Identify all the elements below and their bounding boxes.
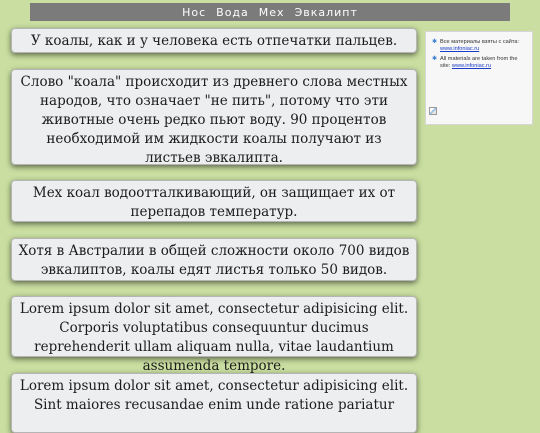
fact-card-name-origin: Слово "коала" происходит из древнего сло… [11,69,417,166]
source-text-ru: Все материалы взяты с сайта: [440,39,520,45]
nav-link-nose[interactable]: Нос [182,6,206,19]
source-line-ru: ✱ Все материалы взяты с сайта: www.infon… [432,39,526,53]
source-link-en[interactable]: www.infoniac.ru [452,63,491,69]
nav-link-eucalyptus[interactable]: Эвкалипт [295,6,358,19]
nav-link-water[interactable]: Вода [216,6,249,19]
broken-image-icon [429,107,437,115]
fact-card-fingerprints: У коалы, как и у человека есть отпечатки… [11,28,417,53]
fact-card-fur: Мех коал водоотталкивающий, он защищает … [11,180,417,222]
source-link-ru[interactable]: www.infoniac.ru [440,46,479,52]
source-widget: ✱ Все материалы взяты с сайта: www.infon… [425,31,533,125]
star-icon: ✱ [432,39,438,45]
nav-link-fur[interactable]: Мех [259,6,285,19]
lorem-card-1: Lorem ipsum dolor sit amet, consectetur … [11,296,417,374]
source-line-en: ✱ All materials are taken from the site:… [432,56,526,70]
star-icon: ✱ [432,56,438,62]
fact-card-eucalyptus: Хотя в Австралии в общей сложности около… [11,238,417,281]
top-navbar: Нос Вода Мех Эвкалипт [30,3,510,21]
lorem-card-2: Lorem ipsum dolor sit amet, consectetur … [11,373,417,433]
